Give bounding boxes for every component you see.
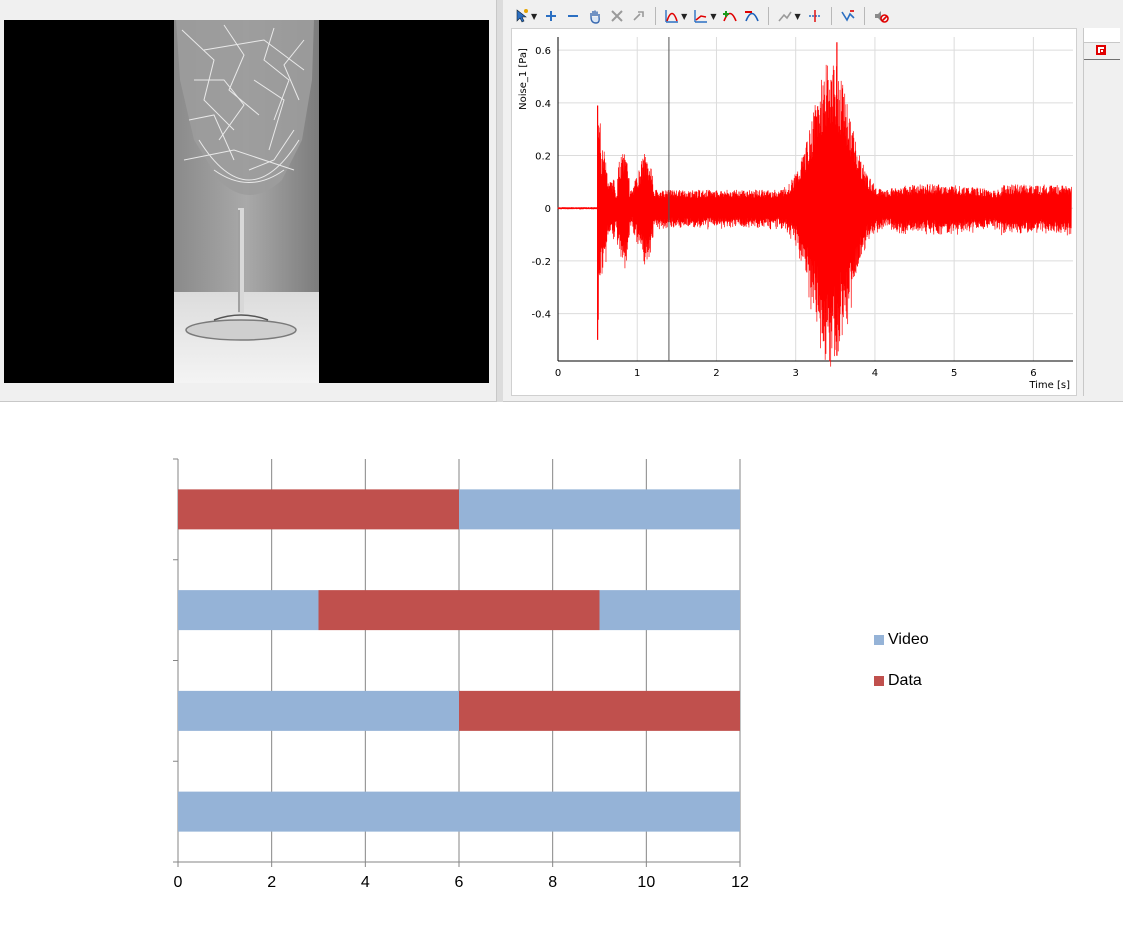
trend-icon[interactable] — [776, 7, 794, 25]
cursor-icon[interactable] — [513, 7, 531, 25]
y-axis-label: Noise_1 [Pa] — [518, 48, 529, 110]
x-tick-label: 8 — [548, 874, 558, 891]
toolbar-separator — [655, 7, 657, 25]
legend-item-video: Video — [874, 631, 929, 649]
fit-icon[interactable] — [839, 7, 857, 25]
legend-item-data: Data — [874, 672, 922, 690]
channel-marker-icon[interactable] — [1096, 45, 1106, 55]
zoom-out-icon[interactable] — [564, 7, 582, 25]
video-frame[interactable] — [4, 20, 489, 383]
legend-label-video: Video — [888, 631, 929, 648]
strip-tab[interactable] — [1084, 28, 1120, 43]
toolbar-separator — [768, 7, 770, 25]
noise-waveform — [557, 64, 1072, 367]
x-tick-label: 10 — [637, 874, 656, 891]
y-tick-label: 0.2 — [535, 152, 551, 163]
toolbar-separator — [863, 7, 865, 25]
signal-plot[interactable]: 0 1 2 3 4 5 6 0.6 0.4 0.2 0 -0.2 -0.4 Noise_1 [Pa] Tim… — [511, 28, 1077, 396]
x-tick-label: 4 — [872, 368, 878, 379]
legend-label-data: Data — [888, 672, 922, 689]
legend-swatch-data — [874, 676, 884, 686]
toolbar-separator — [830, 7, 832, 25]
x-tick-label: 3 — [793, 368, 799, 379]
zoom-in-icon[interactable] — [542, 7, 560, 25]
mute-icon[interactable] — [872, 7, 890, 25]
cursor-dropdown-icon[interactable]: ▼ — [531, 12, 537, 21]
x-tick-label: 6 — [454, 874, 464, 891]
bar-segment-video — [178, 590, 319, 631]
x-tick-label: 4 — [360, 874, 370, 891]
x-tick-label: 2 — [713, 368, 719, 379]
curve-dropdown-icon[interactable]: ▼ — [681, 12, 687, 21]
axis-dropdown-icon[interactable]: ▼ — [710, 12, 716, 21]
reset-icon[interactable] — [630, 7, 648, 25]
legend-swatch-video — [874, 635, 884, 645]
bar-segment-video — [599, 590, 740, 631]
x-tick-label: 1 — [634, 368, 640, 379]
x-tick-label: 0 — [555, 368, 561, 379]
signal-plot-svg: 0 1 2 3 4 5 6 0.6 0.4 0.2 0 -0.2 -0.4 Noise_1 [Pa] Tim… — [518, 37, 1073, 391]
trend-dropdown-icon[interactable]: ▼ — [794, 12, 800, 21]
axis-icon[interactable] — [692, 7, 710, 25]
strip-divider — [1084, 59, 1120, 60]
glass-image — [174, 20, 319, 383]
bar-chart-svg — [173, 458, 741, 867]
x-tick-label: 12 — [731, 874, 749, 891]
cross-icon[interactable] — [608, 7, 626, 25]
bar-segment-video — [459, 489, 740, 530]
x-tick-label: 0 — [173, 874, 183, 891]
y-tick-label: 0.4 — [535, 99, 551, 110]
y-tick-label: -0.2 — [531, 257, 551, 268]
bar-segment-video — [178, 690, 459, 731]
x-tick-label: 6 — [1030, 368, 1036, 379]
x-axis-label: Time [s] — [1028, 380, 1070, 391]
plot-side-strip — [1083, 28, 1120, 396]
y-tick-label: -0.4 — [531, 310, 551, 321]
video-panel — [0, 0, 497, 402]
x-tick-label: 2 — [267, 874, 277, 891]
bar-segment-video — [178, 791, 740, 832]
bar-segment-data — [178, 489, 459, 530]
bar-chart: 0 2 4 6 8 10 12 Video Data — [0, 402, 1123, 943]
pan-hand-icon[interactable] — [586, 7, 604, 25]
remove-cursor-icon[interactable] — [743, 7, 761, 25]
x-tick-label: 5 — [951, 368, 957, 379]
y-tick-label: 0.6 — [535, 46, 551, 57]
signal-plot-panel: ▼ ▼ ▼ ▼ 0 1 2 3 4 5 6 0.6 0.4 0.2 0 -0.2… — [503, 0, 1123, 402]
y-tick-label: 0 — [545, 204, 551, 215]
plot-toolbar: ▼ ▼ ▼ ▼ — [511, 4, 1023, 28]
marker-icon[interactable] — [806, 7, 824, 25]
bar-segment-data — [459, 690, 740, 731]
add-cursor-icon[interactable] — [721, 7, 739, 25]
curve-icon[interactable] — [663, 7, 681, 25]
bar-segment-data — [318, 590, 600, 631]
